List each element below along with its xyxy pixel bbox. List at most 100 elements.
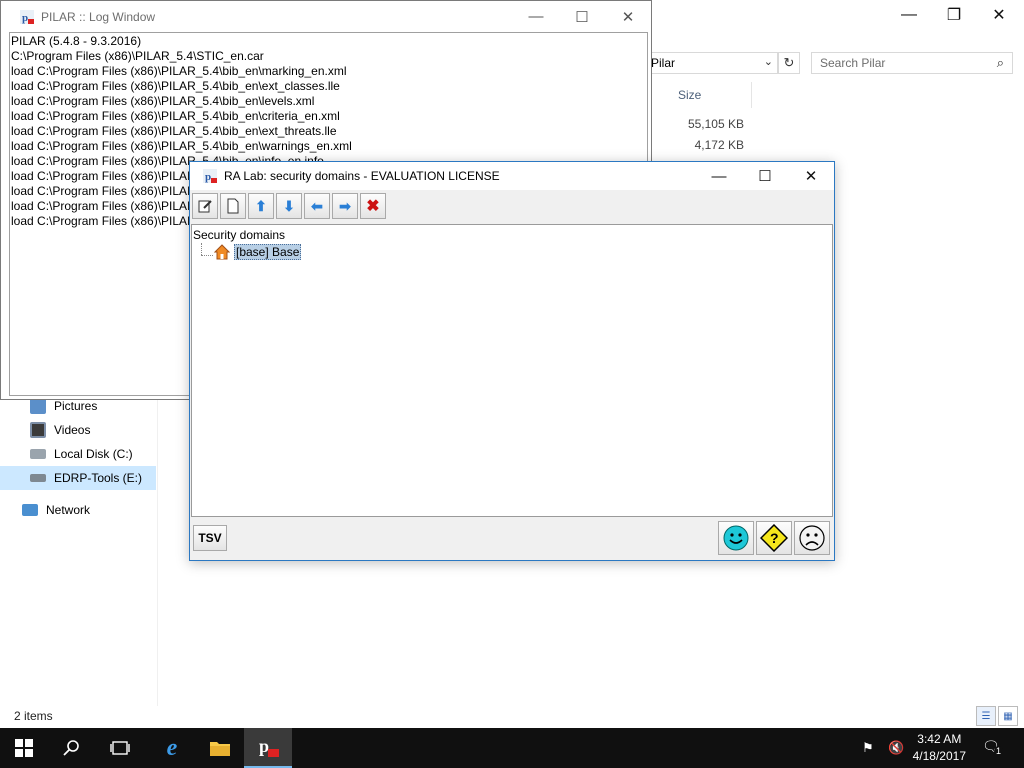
happy-face-icon <box>723 525 749 551</box>
nav-item-label: Pictures <box>54 399 98 413</box>
usb-drive-icon <box>30 474 46 482</box>
arrow-down-icon: ⬇ <box>283 197 295 214</box>
help-button[interactable]: ? <box>756 521 792 555</box>
edit-icon <box>198 200 212 213</box>
log-line: C:\Program Files (x86)\PILAR_5.4\STIC_en… <box>11 49 264 63</box>
search-taskbar-button[interactable] <box>48 728 96 768</box>
address-text: Pilar <box>651 56 676 70</box>
ralab-bottom-bar: TSV ? <box>190 518 834 560</box>
nav-item-local-disk[interactable]: Local Disk (C:) <box>30 442 133 466</box>
move-right-button[interactable]: ➡ <box>332 193 358 219</box>
question-diamond-icon: ? <box>760 524 788 552</box>
move-up-button[interactable]: ⬆ <box>248 193 274 219</box>
svg-text:p: p <box>259 736 269 756</box>
explorer-restore-button[interactable]: ❐ <box>931 0 977 30</box>
delete-x-icon: ✖ <box>366 198 380 215</box>
log-line: load C:\Program Files (x86)\PILAR_5.4\bi… <box>11 124 337 138</box>
nav-item-edrp-tools[interactable]: EDRP-Tools (E:) <box>30 466 142 490</box>
nav-pane-divider[interactable] <box>157 400 158 706</box>
task-view-button[interactable] <box>96 728 144 768</box>
pilar-app-icon: p <box>259 736 279 757</box>
ralab-window: p RA Lab: security domains - EVALUATION … <box>189 161 835 561</box>
status-item-count: 2 items <box>14 709 53 723</box>
file-size-cell: 4,172 KB <box>694 138 744 152</box>
move-left-button[interactable]: ⬅ <box>304 193 330 219</box>
sad-face-icon <box>799 525 825 551</box>
search-placeholder: Search Pilar <box>820 56 886 70</box>
action-center-flag-icon[interactable]: ⚑ <box>862 740 874 756</box>
ok-button[interactable] <box>718 521 754 555</box>
nav-item-label: EDRP-Tools (E:) <box>54 471 143 485</box>
log-line: load C:\Program Files (x86)\PILAR_5.4\bi… <box>11 139 352 153</box>
tree-connector <box>201 243 202 255</box>
chevron-down-icon[interactable]: ⌄ <box>764 55 773 68</box>
nav-item-videos[interactable]: Videos <box>30 418 90 442</box>
tree-node-base[interactable]: [base] Base <box>214 244 302 260</box>
search-icon <box>63 740 79 756</box>
notification-count: 1 <box>994 746 1004 756</box>
address-bar[interactable]: Pilar ⌄ <box>646 52 778 74</box>
new-button[interactable] <box>220 193 246 219</box>
explorer-close-button[interactable]: ✕ <box>976 0 1022 30</box>
arrow-right-icon: ➡ <box>339 197 351 214</box>
svg-text:p: p <box>22 12 28 24</box>
network-icon <box>22 504 38 516</box>
edit-button[interactable] <box>192 193 218 219</box>
details-view-icon[interactable]: ☰ <box>976 706 996 726</box>
move-down-button[interactable]: ⬇ <box>276 193 302 219</box>
tree-root-label[interactable]: Security domains <box>193 228 285 242</box>
log-line: PILAR (5.4.8 - 9.3.2016) <box>11 34 142 48</box>
windows-logo-icon <box>15 739 33 757</box>
notifications-button[interactable]: 🗨 1 <box>982 738 1004 758</box>
file-explorer-button[interactable] <box>196 728 244 768</box>
refresh-icon: ↻ <box>783 55 795 70</box>
videos-icon <box>30 422 46 438</box>
volume-muted-icon[interactable]: 🔇 <box>888 740 904 756</box>
ralab-minimize-button[interactable]: — <box>696 162 742 190</box>
log-window-title: PILAR :: Log Window <box>41 9 156 24</box>
explorer-minimize-button[interactable]: — <box>886 0 932 30</box>
arrow-up-icon: ⬆ <box>255 197 267 214</box>
delete-button[interactable]: ✖ <box>360 193 386 219</box>
svg-text:?: ? <box>770 530 779 546</box>
pilar-taskbar-button[interactable]: p <box>244 728 292 768</box>
system-clock[interactable]: 3:42 AM 4/18/2017 <box>913 731 966 765</box>
log-minimize-button[interactable]: — <box>513 1 559 32</box>
home-icon <box>214 244 230 260</box>
clock-date: 4/18/2017 <box>912 749 966 763</box>
nav-item-label: Network <box>46 503 91 517</box>
pilar-app-icon: p <box>20 9 34 24</box>
svg-text:p: p <box>205 171 211 183</box>
refresh-button[interactable]: ↻ <box>778 52 800 74</box>
log-line: load C:\Program Files (x86)\PILAR_5.4\bi… <box>11 64 347 78</box>
log-line: load C:\Program Files (x86)\PILAR_5.4\bi… <box>11 79 340 93</box>
ralab-title: RA Lab: security domains - EVALUATION LI… <box>224 169 500 183</box>
internet-explorer-button[interactable]: e <box>148 728 196 768</box>
cancel-button[interactable] <box>794 521 830 555</box>
nav-item-network[interactable]: Network <box>22 498 90 522</box>
pictures-icon <box>30 398 46 414</box>
column-header-size[interactable]: Size <box>670 82 752 108</box>
start-button[interactable] <box>0 728 48 768</box>
security-domains-tree[interactable]: Security domains [base] Base <box>191 224 833 517</box>
search-input[interactable]: Search Pilar ⌕ <box>811 52 1013 74</box>
task-view-icon <box>110 741 130 755</box>
taskbar: e p ⚑ 🔇 3:42 AM 4/18/2017 🗨 1 <box>0 728 1024 768</box>
ralab-maximize-button[interactable]: ☐ <box>742 162 788 190</box>
log-close-button[interactable]: ✕ <box>605 1 651 32</box>
internet-explorer-icon: e <box>166 734 178 761</box>
arrow-left-icon: ⬅ <box>311 197 323 214</box>
tree-connector <box>201 255 213 256</box>
nav-item-label: Local Disk (C:) <box>54 447 133 461</box>
nav-item-label: Videos <box>54 423 91 437</box>
log-line: load C:\Program Files (x86)\PILAR_5.4\bi… <box>11 94 315 108</box>
folder-icon <box>210 742 230 756</box>
search-icon: ⌕ <box>996 55 1004 70</box>
new-document-icon <box>227 198 239 214</box>
clock-time: 3:42 AM <box>917 732 962 746</box>
large-icons-view-icon[interactable]: ▦ <box>998 706 1018 726</box>
ralab-close-button[interactable]: ✕ <box>788 162 834 190</box>
log-maximize-button[interactable]: ☐ <box>559 1 605 32</box>
tree-node-label[interactable]: [base] Base <box>234 244 302 260</box>
tsv-button[interactable]: TSV <box>193 525 227 551</box>
